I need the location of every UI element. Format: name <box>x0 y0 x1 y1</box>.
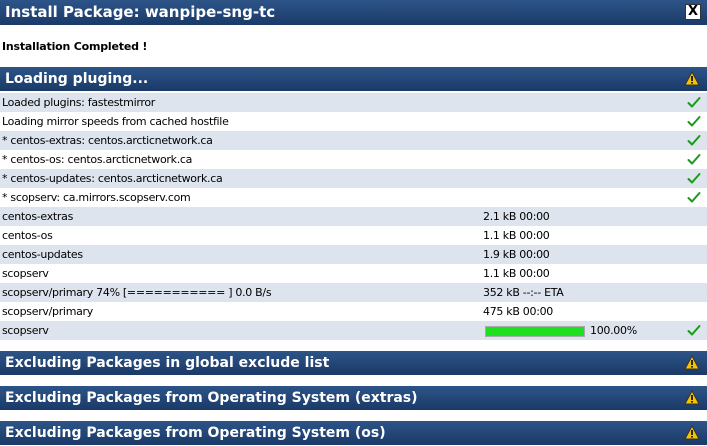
log-row: scopserv/primary 74% [=========== ] 0.0 … <box>0 283 707 302</box>
progress-percent: 100.00% <box>590 324 637 337</box>
log-row: scopserv 100.00% <box>0 321 707 340</box>
checkmark-icon <box>687 154 701 165</box>
checkmark-icon <box>687 192 701 203</box>
log-row-info: 352 kB --:-- ETA <box>483 286 564 299</box>
warning-icon <box>684 355 700 370</box>
log-row: centos-updates 1.9 kB 00:00 <box>0 245 707 264</box>
section-title: Excluding Packages from Operating System… <box>5 425 386 441</box>
log-row: Loading mirror speeds from cached hostfi… <box>0 112 707 131</box>
log-row: * centos-updates: centos.arcticnetwork.c… <box>0 169 707 188</box>
log-row: scopserv 1.1 kB 00:00 <box>0 264 707 283</box>
checkmark-icon <box>687 135 701 146</box>
log-row: * scopserv: ca.mirrors.scopserv.com <box>0 188 707 207</box>
log-row-info: 1.1 kB 00:00 <box>483 267 550 280</box>
section-title: Excluding Packages from Operating System… <box>5 390 418 406</box>
section-header-loading: Loading pluging... <box>0 67 707 91</box>
log-row-label: * scopserv: ca.mirrors.scopserv.com <box>2 191 191 204</box>
close-icon: X <box>687 4 699 19</box>
log-row: * centos-os: centos.arcticnetwork.ca <box>0 150 707 169</box>
log-row-label: * centos-os: centos.arcticnetwork.ca <box>2 153 193 166</box>
log-rows: Loaded plugins: fastestmirror Loading mir… <box>0 93 707 340</box>
log-row-info: 475 kB 00:00 <box>483 305 554 318</box>
log-row: Loaded plugins: fastestmirror <box>0 93 707 112</box>
log-row: scopserv/primary 475 kB 00:00 <box>0 302 707 321</box>
log-row-label: scopserv <box>2 324 49 337</box>
checkmark-icon <box>687 173 701 184</box>
log-row-label: centos-os <box>2 229 53 242</box>
section-header-global-exclude: Excluding Packages in global exclude lis… <box>0 351 707 375</box>
warning-icon <box>684 390 700 405</box>
log-row-info: 1.1 kB 00:00 <box>483 229 550 242</box>
log-row-label: Loaded plugins: fastestmirror <box>2 96 155 109</box>
log-row-label: scopserv/primary <box>2 305 93 318</box>
log-row-label: * centos-updates: centos.arcticnetwork.c… <box>2 172 223 185</box>
checkmark-icon <box>687 325 701 336</box>
log-row-label: scopserv <box>2 267 49 280</box>
progress-bar <box>485 326 585 337</box>
section-title: Excluding Packages in global exclude lis… <box>5 355 330 371</box>
installation-status: Installation Completed ! <box>2 40 148 53</box>
section-header-os-exclude: Excluding Packages from Operating System… <box>0 421 707 445</box>
log-row: centos-os 1.1 kB 00:00 <box>0 226 707 245</box>
window-title-bar: Install Package: wanpipe-sng-tc X <box>0 0 707 25</box>
log-row: centos-extras 2.1 kB 00:00 <box>0 207 707 226</box>
warning-icon <box>684 71 700 86</box>
checkmark-icon <box>687 116 701 127</box>
log-row-label: Loading mirror speeds from cached hostfi… <box>2 115 229 128</box>
log-row-label: centos-updates <box>2 248 83 261</box>
log-row: * centos-extras: centos.arcticnetwork.ca <box>0 131 707 150</box>
checkmark-icon <box>687 97 701 108</box>
progress-bar-fill <box>486 327 584 336</box>
log-row-info: 1.9 kB 00:00 <box>483 248 550 261</box>
log-row-label: centos-extras <box>2 210 74 223</box>
log-row-label: scopserv/primary 74% [=========== ] 0.0 … <box>2 286 272 299</box>
section-title: Loading pluging... <box>5 71 149 87</box>
log-row-info: 2.1 kB 00:00 <box>483 210 550 223</box>
window-title: Install Package: wanpipe-sng-tc <box>5 3 276 21</box>
close-button[interactable]: X <box>685 4 701 20</box>
section-header-extras-exclude: Excluding Packages from Operating System… <box>0 386 707 410</box>
warning-icon <box>684 425 700 440</box>
log-row-label: * centos-extras: centos.arcticnetwork.ca <box>2 134 213 147</box>
